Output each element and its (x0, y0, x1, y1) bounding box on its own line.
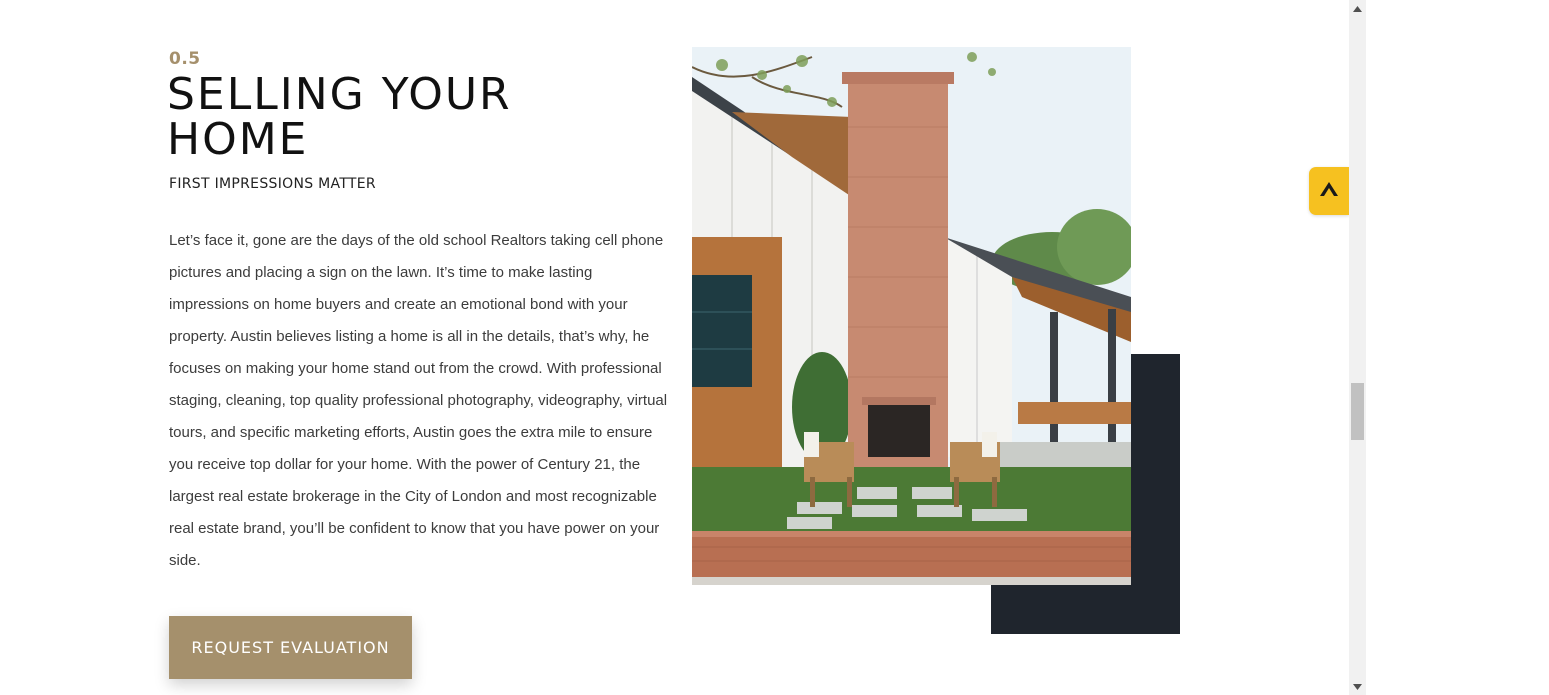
house-photo (692, 47, 1131, 585)
vertical-scrollbar[interactable] (1349, 0, 1366, 695)
scrollbar-thumb[interactable] (1351, 383, 1364, 440)
section-subtitle: FIRST IMPRESSIONS MATTER (169, 176, 376, 192)
section-number: 0.5 (169, 49, 201, 69)
request-evaluation-button[interactable]: REQUEST EVALUATION (169, 616, 412, 679)
scroll-up-arrow-icon[interactable] (1349, 0, 1366, 17)
scroll-down-arrow-icon[interactable] (1349, 678, 1366, 695)
page: 0.5 SELLING YOUR HOME FIRST IMPRESSIONS … (0, 0, 1349, 695)
section-title: SELLING YOUR HOME (167, 69, 512, 165)
side-widget-tab[interactable] (1309, 167, 1349, 215)
chevron-up-logo-icon (1319, 181, 1339, 202)
section-body-text: Let’s face it, gone are the days of the … (169, 232, 668, 569)
